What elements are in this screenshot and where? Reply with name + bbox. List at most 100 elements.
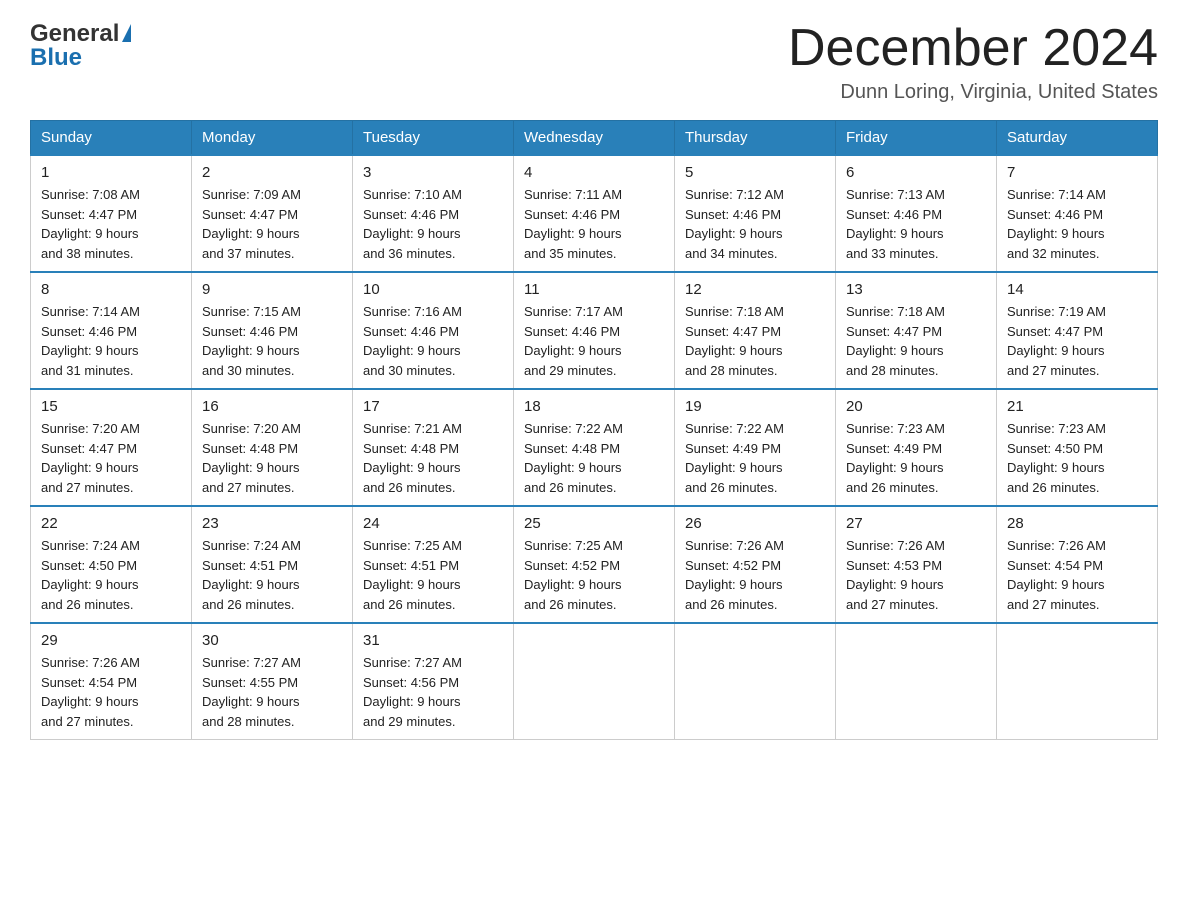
day-cell-9: 9 Sunrise: 7:15 AMSunset: 4:46 PMDayligh… bbox=[192, 272, 353, 389]
day-number: 31 bbox=[363, 632, 503, 649]
day-info: Sunrise: 7:15 AMSunset: 4:46 PMDaylight:… bbox=[202, 304, 301, 378]
day-number: 24 bbox=[363, 515, 503, 532]
month-title: December 2024 bbox=[788, 20, 1158, 77]
day-info: Sunrise: 7:19 AMSunset: 4:47 PMDaylight:… bbox=[1007, 304, 1106, 378]
week-row-4: 22 Sunrise: 7:24 AMSunset: 4:50 PMDaylig… bbox=[31, 506, 1158, 623]
day-number: 18 bbox=[524, 398, 664, 415]
logo: General Blue bbox=[30, 20, 131, 72]
day-info: Sunrise: 7:13 AMSunset: 4:46 PMDaylight:… bbox=[846, 187, 945, 261]
day-info: Sunrise: 7:26 AMSunset: 4:53 PMDaylight:… bbox=[846, 538, 945, 612]
header-tuesday: Tuesday bbox=[353, 121, 514, 156]
header-monday: Monday bbox=[192, 121, 353, 156]
week-row-1: 1 Sunrise: 7:08 AMSunset: 4:47 PMDayligh… bbox=[31, 155, 1158, 272]
day-number: 30 bbox=[202, 632, 342, 649]
day-number: 14 bbox=[1007, 281, 1147, 298]
day-cell-29: 29 Sunrise: 7:26 AMSunset: 4:54 PMDaylig… bbox=[31, 623, 192, 740]
day-cell-28: 28 Sunrise: 7:26 AMSunset: 4:54 PMDaylig… bbox=[997, 506, 1158, 623]
day-cell-23: 23 Sunrise: 7:24 AMSunset: 4:51 PMDaylig… bbox=[192, 506, 353, 623]
day-info: Sunrise: 7:26 AMSunset: 4:54 PMDaylight:… bbox=[1007, 538, 1106, 612]
logo-triangle-icon bbox=[122, 24, 131, 42]
day-info: Sunrise: 7:18 AMSunset: 4:47 PMDaylight:… bbox=[685, 304, 784, 378]
day-cell-3: 3 Sunrise: 7:10 AMSunset: 4:46 PMDayligh… bbox=[353, 155, 514, 272]
day-info: Sunrise: 7:16 AMSunset: 4:46 PMDaylight:… bbox=[363, 304, 462, 378]
day-number: 1 bbox=[41, 164, 181, 181]
day-cell-14: 14 Sunrise: 7:19 AMSunset: 4:47 PMDaylig… bbox=[997, 272, 1158, 389]
day-number: 12 bbox=[685, 281, 825, 298]
day-cell-1: 1 Sunrise: 7:08 AMSunset: 4:47 PMDayligh… bbox=[31, 155, 192, 272]
day-cell-19: 19 Sunrise: 7:22 AMSunset: 4:49 PMDaylig… bbox=[675, 389, 836, 506]
day-cell-13: 13 Sunrise: 7:18 AMSunset: 4:47 PMDaylig… bbox=[836, 272, 997, 389]
day-info: Sunrise: 7:11 AMSunset: 4:46 PMDaylight:… bbox=[524, 187, 622, 261]
empty-cell bbox=[514, 623, 675, 740]
day-number: 11 bbox=[524, 281, 664, 298]
day-info: Sunrise: 7:26 AMSunset: 4:54 PMDaylight:… bbox=[41, 655, 140, 729]
day-number: 29 bbox=[41, 632, 181, 649]
calendar-header-row: SundayMondayTuesdayWednesdayThursdayFrid… bbox=[31, 121, 1158, 156]
day-cell-5: 5 Sunrise: 7:12 AMSunset: 4:46 PMDayligh… bbox=[675, 155, 836, 272]
day-cell-31: 31 Sunrise: 7:27 AMSunset: 4:56 PMDaylig… bbox=[353, 623, 514, 740]
day-number: 17 bbox=[363, 398, 503, 415]
header-thursday: Thursday bbox=[675, 121, 836, 156]
day-cell-20: 20 Sunrise: 7:23 AMSunset: 4:49 PMDaylig… bbox=[836, 389, 997, 506]
day-number: 23 bbox=[202, 515, 342, 532]
day-number: 28 bbox=[1007, 515, 1147, 532]
location-subtitle: Dunn Loring, Virginia, United States bbox=[788, 81, 1158, 104]
day-info: Sunrise: 7:14 AMSunset: 4:46 PMDaylight:… bbox=[1007, 187, 1106, 261]
day-number: 5 bbox=[685, 164, 825, 181]
day-info: Sunrise: 7:20 AMSunset: 4:48 PMDaylight:… bbox=[202, 421, 301, 495]
day-number: 13 bbox=[846, 281, 986, 298]
day-info: Sunrise: 7:24 AMSunset: 4:51 PMDaylight:… bbox=[202, 538, 301, 612]
title-area: December 2024 Dunn Loring, Virginia, Uni… bbox=[788, 20, 1158, 104]
day-cell-10: 10 Sunrise: 7:16 AMSunset: 4:46 PMDaylig… bbox=[353, 272, 514, 389]
empty-cell bbox=[836, 623, 997, 740]
day-number: 8 bbox=[41, 281, 181, 298]
day-info: Sunrise: 7:23 AMSunset: 4:49 PMDaylight:… bbox=[846, 421, 945, 495]
day-info: Sunrise: 7:10 AMSunset: 4:46 PMDaylight:… bbox=[363, 187, 462, 261]
day-cell-26: 26 Sunrise: 7:26 AMSunset: 4:52 PMDaylig… bbox=[675, 506, 836, 623]
day-cell-4: 4 Sunrise: 7:11 AMSunset: 4:46 PMDayligh… bbox=[514, 155, 675, 272]
day-info: Sunrise: 7:12 AMSunset: 4:46 PMDaylight:… bbox=[685, 187, 784, 261]
day-number: 3 bbox=[363, 164, 503, 181]
day-cell-2: 2 Sunrise: 7:09 AMSunset: 4:47 PMDayligh… bbox=[192, 155, 353, 272]
day-info: Sunrise: 7:27 AMSunset: 4:56 PMDaylight:… bbox=[363, 655, 462, 729]
day-number: 9 bbox=[202, 281, 342, 298]
day-cell-22: 22 Sunrise: 7:24 AMSunset: 4:50 PMDaylig… bbox=[31, 506, 192, 623]
day-number: 20 bbox=[846, 398, 986, 415]
day-info: Sunrise: 7:25 AMSunset: 4:51 PMDaylight:… bbox=[363, 538, 462, 612]
day-cell-18: 18 Sunrise: 7:22 AMSunset: 4:48 PMDaylig… bbox=[514, 389, 675, 506]
day-cell-8: 8 Sunrise: 7:14 AMSunset: 4:46 PMDayligh… bbox=[31, 272, 192, 389]
week-row-5: 29 Sunrise: 7:26 AMSunset: 4:54 PMDaylig… bbox=[31, 623, 1158, 740]
day-info: Sunrise: 7:21 AMSunset: 4:48 PMDaylight:… bbox=[363, 421, 462, 495]
day-cell-7: 7 Sunrise: 7:14 AMSunset: 4:46 PMDayligh… bbox=[997, 155, 1158, 272]
day-number: 22 bbox=[41, 515, 181, 532]
day-cell-24: 24 Sunrise: 7:25 AMSunset: 4:51 PMDaylig… bbox=[353, 506, 514, 623]
day-info: Sunrise: 7:26 AMSunset: 4:52 PMDaylight:… bbox=[685, 538, 784, 612]
header-saturday: Saturday bbox=[997, 121, 1158, 156]
day-info: Sunrise: 7:18 AMSunset: 4:47 PMDaylight:… bbox=[846, 304, 945, 378]
day-cell-11: 11 Sunrise: 7:17 AMSunset: 4:46 PMDaylig… bbox=[514, 272, 675, 389]
day-number: 15 bbox=[41, 398, 181, 415]
day-number: 27 bbox=[846, 515, 986, 532]
day-number: 16 bbox=[202, 398, 342, 415]
day-info: Sunrise: 7:22 AMSunset: 4:48 PMDaylight:… bbox=[524, 421, 623, 495]
header-sunday: Sunday bbox=[31, 121, 192, 156]
day-info: Sunrise: 7:09 AMSunset: 4:47 PMDaylight:… bbox=[202, 187, 301, 261]
page-header: General Blue December 2024 Dunn Loring, … bbox=[30, 20, 1158, 104]
day-cell-30: 30 Sunrise: 7:27 AMSunset: 4:55 PMDaylig… bbox=[192, 623, 353, 740]
day-info: Sunrise: 7:22 AMSunset: 4:49 PMDaylight:… bbox=[685, 421, 784, 495]
logo-blue: Blue bbox=[30, 44, 82, 72]
day-info: Sunrise: 7:14 AMSunset: 4:46 PMDaylight:… bbox=[41, 304, 140, 378]
calendar-table: SundayMondayTuesdayWednesdayThursdayFrid… bbox=[30, 120, 1158, 740]
day-number: 6 bbox=[846, 164, 986, 181]
day-number: 25 bbox=[524, 515, 664, 532]
day-number: 26 bbox=[685, 515, 825, 532]
day-cell-27: 27 Sunrise: 7:26 AMSunset: 4:53 PMDaylig… bbox=[836, 506, 997, 623]
day-number: 7 bbox=[1007, 164, 1147, 181]
week-row-2: 8 Sunrise: 7:14 AMSunset: 4:46 PMDayligh… bbox=[31, 272, 1158, 389]
day-info: Sunrise: 7:23 AMSunset: 4:50 PMDaylight:… bbox=[1007, 421, 1106, 495]
day-number: 19 bbox=[685, 398, 825, 415]
day-cell-17: 17 Sunrise: 7:21 AMSunset: 4:48 PMDaylig… bbox=[353, 389, 514, 506]
day-number: 21 bbox=[1007, 398, 1147, 415]
empty-cell bbox=[997, 623, 1158, 740]
day-cell-21: 21 Sunrise: 7:23 AMSunset: 4:50 PMDaylig… bbox=[997, 389, 1158, 506]
